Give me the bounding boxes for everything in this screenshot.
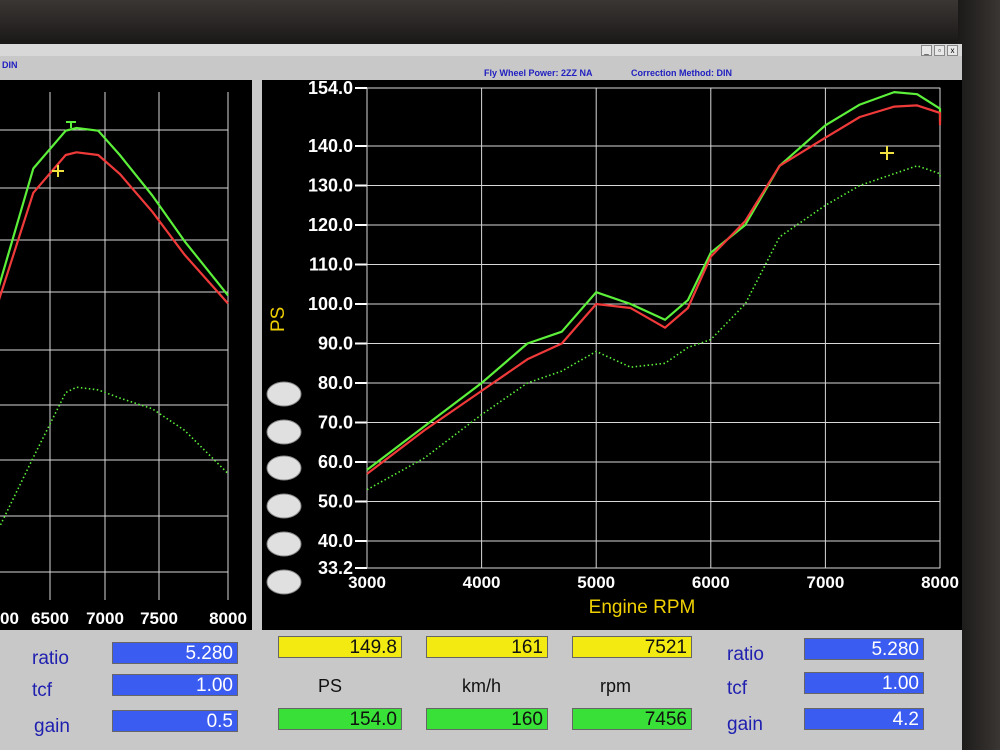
dyno-application-window: _ ▫ x DIN Fly Wheel Power: 2ZZ NA Correc… <box>0 44 962 750</box>
speed-readout-current: 161 <box>426 636 548 658</box>
x-tick-label: 5000 <box>577 573 615 592</box>
left-cursor-marker <box>52 165 64 177</box>
rpm-readout-current: 7521 <box>572 636 692 658</box>
left-series <box>0 126 229 528</box>
series-line-1 <box>366 91 942 471</box>
y-tick-label: 60.0 <box>318 452 353 472</box>
series-line-3 <box>366 165 941 491</box>
left-chart: 00 6500 7000 7500 8000 <box>0 92 247 628</box>
curve-toggle-button-3[interactable] <box>266 455 302 481</box>
chart-info-bar: DIN Fly Wheel Power: 2ZZ NA Correction M… <box>0 58 962 80</box>
correction-method: Correction Method: DIN <box>631 68 732 78</box>
left-series-line-1 <box>0 126 229 297</box>
curve-toggle-button-1[interactable] <box>266 381 302 407</box>
left-x-tick-label: 7000 <box>86 609 124 628</box>
speed-readout-peak: 160 <box>426 708 548 730</box>
plot-frame <box>366 87 941 569</box>
left-ratio-label: ratio <box>32 648 69 669</box>
x-axis-label: Engine RPM <box>589 597 696 618</box>
left-gain-field[interactable]: 0.5 <box>112 710 238 732</box>
left-x-ticks: 00 6500 7000 7500 8000 <box>0 609 247 628</box>
left-tcf-field[interactable]: 1.00 <box>112 674 238 696</box>
left-ratio-field[interactable]: 5.280 <box>112 642 238 664</box>
series-line-2 <box>366 104 942 475</box>
power-chart: 154.0 140.0 130.0 120.0 110.0 100.0 90.0 80.0 70… <box>266 78 959 618</box>
left-x-tick-label: 00 <box>0 609 19 628</box>
gain-label: gain <box>727 714 763 735</box>
cursor-marker <box>880 146 894 160</box>
left-x-tick-label: 7500 <box>140 609 178 628</box>
left-x-tick-label: 8000 <box>209 609 247 628</box>
power-grid <box>355 87 941 569</box>
left-x-tick-label: 6500 <box>31 609 69 628</box>
y-tick-label: 70.0 <box>318 413 353 433</box>
y-tick-label: 80.0 <box>318 373 353 393</box>
power-readout-peak: 154.0 <box>278 708 402 730</box>
y-tick-label: 90.0 <box>318 334 353 354</box>
left-chart-panel: 00 6500 7000 7500 8000 <box>0 80 252 630</box>
power-unit-label: PS <box>318 676 343 696</box>
window-controls: _ ▫ x <box>921 45 958 56</box>
speed-unit-label: km/h <box>462 676 502 696</box>
y-axis-ticks: 154.0 140.0 130.0 120.0 110.0 100.0 90.0 80.0 70… <box>308 78 353 578</box>
title-bar: _ ▫ x <box>0 44 962 56</box>
curve-toggle-buttons <box>266 381 302 595</box>
y-tick-label: 40.0 <box>318 531 353 551</box>
y-tick-label: 140.0 <box>308 136 353 156</box>
y-tick-label: 50.0 <box>318 492 353 512</box>
left-gain-label: gain <box>34 716 70 737</box>
monitor-bezel-top <box>0 0 1000 40</box>
x-tick-label: 6000 <box>692 573 730 592</box>
left-series-line-3 <box>0 386 229 528</box>
minimize-button[interactable]: _ <box>921 45 932 56</box>
ratio-field[interactable]: 5.280 <box>804 638 924 660</box>
x-tick-label: 7000 <box>806 573 844 592</box>
y-tick-label: 100.0 <box>308 294 353 314</box>
left-peak-marker <box>66 121 76 128</box>
tcf-label: tcf <box>727 678 748 699</box>
x-tick-label: 4000 <box>463 573 501 592</box>
rpm-unit-label: rpm <box>600 676 631 696</box>
curve-toggle-button-2[interactable] <box>266 419 302 445</box>
power-title: Fly Wheel Power: 2ZZ NA <box>484 68 593 78</box>
readout-panel: ratio 5.280 tcf 1.00 gain 0.5 149.8 161 … <box>0 630 962 750</box>
rpm-readout-peak: 7456 <box>572 708 692 730</box>
gain-field[interactable]: 4.2 <box>804 708 924 730</box>
y-axis-label: PS <box>268 307 289 332</box>
left-tcf-label: tcf <box>32 680 53 701</box>
x-tick-label: 3000 <box>348 573 386 592</box>
curve-toggle-button-6[interactable] <box>266 569 302 595</box>
y-tick-label: 120.0 <box>308 215 353 235</box>
restore-button[interactable]: ▫ <box>934 45 945 56</box>
x-axis-ticks: 3000 4000 5000 6000 7000 8000 <box>348 573 959 592</box>
curve-toggle-button-5[interactable] <box>266 531 302 557</box>
y-tick-label: 154.0 <box>308 80 353 98</box>
y-tick-label: 130.0 <box>308 176 353 196</box>
power-readout-current: 149.8 <box>278 636 402 658</box>
tcf-field[interactable]: 1.00 <box>804 672 924 694</box>
right-chart-panel: 154.0 140.0 130.0 120.0 110.0 100.0 90.0 80.0 70… <box>262 78 962 630</box>
power-series <box>366 91 942 491</box>
monitor-bezel-right <box>958 0 1000 750</box>
left-header-text: DIN <box>2 60 18 70</box>
y-tick-label: 110.0 <box>309 255 353 275</box>
curve-toggle-button-4[interactable] <box>266 493 302 519</box>
x-tick-label: 8000 <box>921 573 959 592</box>
ratio-label: ratio <box>727 644 764 665</box>
close-button[interactable]: x <box>947 45 958 56</box>
